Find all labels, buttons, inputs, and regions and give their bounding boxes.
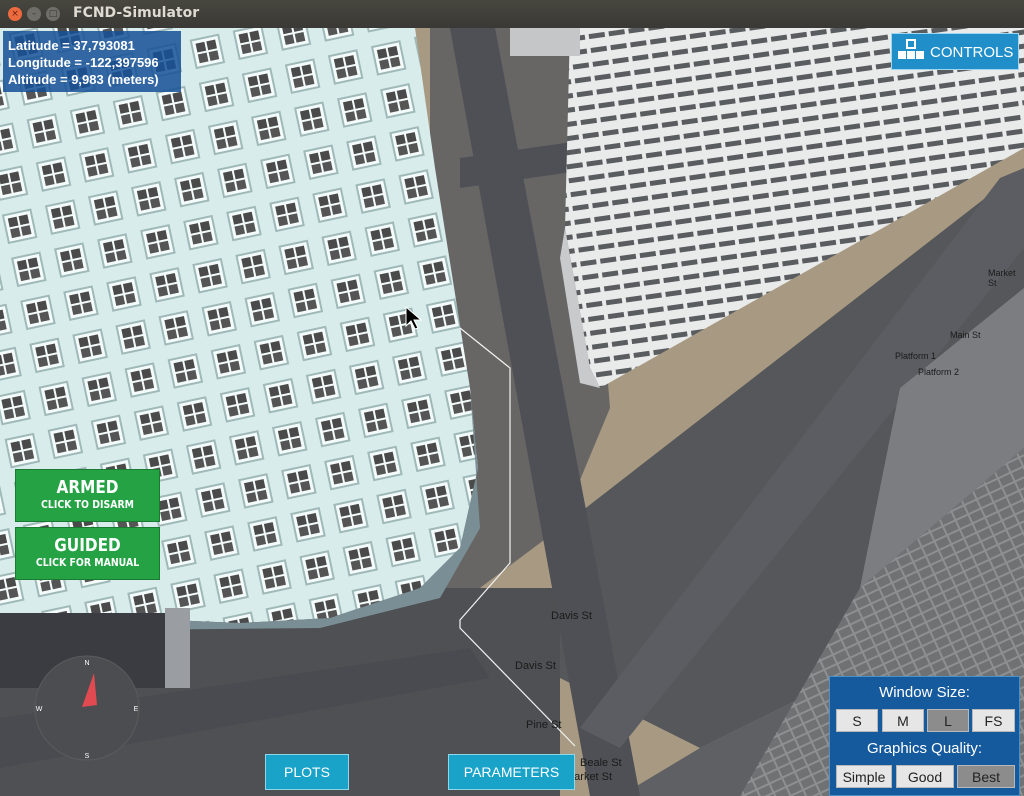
altitude-readout: Altitude = 9,983 (meters) [8, 72, 159, 87]
street-label-pine: Pine St [526, 719, 562, 731]
window-size-l-button[interactable]: L [927, 709, 969, 732]
compass-icon: N S E W [34, 655, 140, 761]
compass-w: W [36, 706, 43, 713]
street-label-main: Main St [950, 330, 981, 340]
parameters-button[interactable]: PARAMETERS [448, 754, 575, 790]
armed-title: ARMED [56, 477, 119, 498]
graphics-best-button[interactable]: Best [957, 765, 1015, 788]
window-size-label: Window Size: [879, 684, 970, 701]
street-label-market: Market St [988, 268, 1016, 288]
controls-button[interactable]: CONTROLS [891, 33, 1019, 70]
window-title: FCND-Simulator [73, 5, 200, 21]
longitude-readout: Longitude = -122,397596 [8, 55, 159, 70]
window-size-s-button[interactable]: S [836, 709, 878, 732]
street-label-davis: Davis St [515, 660, 556, 672]
minimize-button[interactable]: – [27, 7, 41, 21]
platform-label: Platform 1 [895, 351, 937, 361]
platform-label: Platform 2 [918, 367, 960, 377]
controls-label: CONTROLS [930, 44, 1014, 61]
armed-subtitle: CLICK TO DISARM [41, 498, 134, 511]
settings-panel: Window Size: S M L FS Graphics Quality: … [829, 676, 1020, 796]
guided-subtitle: CLICK FOR MANUAL [35, 556, 140, 569]
simulator-window: × – □ FCND-Simulator Davis St Davis St P… [0, 0, 1024, 796]
window-size-m-button[interactable]: M [882, 709, 924, 732]
close-button[interactable]: × [8, 7, 22, 21]
compass-e: E [134, 706, 139, 713]
graphics-simple-button[interactable]: Simple [836, 765, 892, 788]
plots-button[interactable]: PLOTS [265, 754, 349, 790]
armed-button[interactable]: ARMED CLICK TO DISARM [15, 469, 160, 522]
street-label-beale: Beale St [580, 757, 622, 769]
graphics-good-button[interactable]: Good [896, 765, 954, 788]
window-size-fs-button[interactable]: FS [972, 709, 1015, 732]
keyboard-icon [898, 39, 924, 59]
graphics-quality-label: Graphics Quality: [866, 740, 983, 757]
compass-n: N [84, 660, 89, 667]
street-label-davis: Davis St [551, 610, 592, 622]
latitude-readout: Latitude = 37,793081 [8, 38, 135, 53]
compass-s: S [85, 753, 90, 760]
guided-title: GUIDED [54, 535, 121, 556]
maximize-button[interactable]: □ [46, 7, 60, 21]
position-readout: Latitude = 37,793081 Longitude = -122,39… [3, 31, 181, 92]
title-bar: × – □ FCND-Simulator [0, 0, 1024, 28]
guided-button[interactable]: GUIDED CLICK FOR MANUAL [15, 527, 160, 580]
